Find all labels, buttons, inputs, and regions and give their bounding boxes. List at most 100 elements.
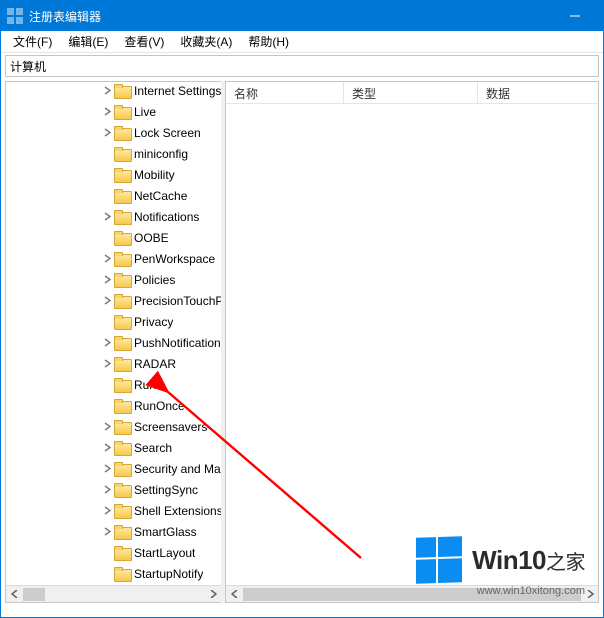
menu-edit[interactable]: 编辑(E) bbox=[60, 31, 116, 52]
expand-toggle[interactable] bbox=[100, 500, 114, 521]
menu-view[interactable]: 查看(V) bbox=[116, 31, 172, 52]
expand-toggle[interactable] bbox=[100, 101, 114, 122]
folder-icon bbox=[114, 399, 130, 413]
tree-node[interactable]: Privacy bbox=[6, 311, 221, 332]
folder-icon bbox=[114, 483, 130, 497]
folder-icon bbox=[114, 105, 130, 119]
expand-toggle[interactable] bbox=[100, 332, 114, 353]
scroll-track[interactable] bbox=[243, 586, 581, 603]
registry-tree: Internet Settings Live Lock Screen miniconf… bbox=[6, 82, 221, 585]
scroll-left-button[interactable] bbox=[226, 586, 243, 603]
tree-node-label: Mobility bbox=[134, 168, 175, 182]
minimize-button[interactable] bbox=[552, 1, 597, 31]
folder-icon bbox=[114, 567, 130, 581]
column-data[interactable]: 数据 bbox=[478, 82, 598, 103]
tree-viewport[interactable]: Internet Settings Live Lock Screen miniconf… bbox=[6, 82, 221, 585]
tree-node[interactable]: Lock Screen bbox=[6, 122, 221, 143]
scroll-thumb[interactable] bbox=[23, 588, 45, 601]
folder-icon bbox=[114, 420, 130, 434]
column-type[interactable]: 类型 bbox=[344, 82, 478, 103]
tree-node[interactable]: Internet Settings bbox=[6, 82, 221, 101]
tree-node-label: StartupNotify bbox=[134, 567, 203, 581]
folder-icon bbox=[114, 441, 130, 455]
column-name[interactable]: 名称 bbox=[226, 82, 344, 103]
tree-node[interactable]: Screensavers bbox=[6, 416, 221, 437]
tree-pane: Internet Settings Live Lock Screen miniconf… bbox=[5, 81, 221, 603]
list-header: 名称 类型 数据 bbox=[226, 82, 598, 104]
scroll-right-button[interactable] bbox=[204, 586, 221, 603]
tree-node[interactable]: SmartGlass bbox=[6, 521, 221, 542]
menu-favorites[interactable]: 收藏夹(A) bbox=[172, 31, 240, 52]
folder-icon bbox=[114, 546, 130, 560]
values-pane: 名称 类型 数据 bbox=[225, 81, 599, 603]
tree-node[interactable]: Mobility bbox=[6, 164, 221, 185]
title-bar: 注册表编辑器 bbox=[1, 1, 603, 31]
menu-bar: 文件(F) 编辑(E) 查看(V) 收藏夹(A) 帮助(H) bbox=[1, 31, 603, 53]
tree-node[interactable]: Live bbox=[6, 101, 221, 122]
folder-icon bbox=[114, 378, 130, 392]
tree-node-label: Live bbox=[134, 105, 156, 119]
tree-node-label: Shell Extensions bbox=[134, 504, 221, 518]
folder-icon bbox=[114, 126, 130, 140]
tree-node[interactable]: PushNotifications bbox=[6, 332, 221, 353]
scroll-right-button[interactable] bbox=[581, 586, 598, 603]
chevron-left-icon bbox=[231, 590, 239, 598]
tree-node[interactable]: RunOnce bbox=[6, 395, 221, 416]
chevron-right-icon bbox=[209, 590, 217, 598]
tree-node[interactable]: miniconfig bbox=[6, 143, 221, 164]
tree-node[interactable]: PrecisionTouchPad bbox=[6, 290, 221, 311]
values-hscrollbar[interactable] bbox=[226, 585, 598, 602]
scroll-left-button[interactable] bbox=[6, 586, 23, 603]
address-text: 计算机 bbox=[10, 58, 46, 75]
tree-node-label: Internet Settings bbox=[134, 84, 221, 98]
tree-node[interactable]: RADAR bbox=[6, 353, 221, 374]
menu-help[interactable]: 帮助(H) bbox=[240, 31, 297, 52]
expand-toggle[interactable] bbox=[100, 82, 114, 101]
tree-node-label: Privacy bbox=[134, 315, 173, 329]
tree-node-label: miniconfig bbox=[134, 147, 188, 161]
tree-node[interactable]: Shell Extensions bbox=[6, 500, 221, 521]
values-list[interactable] bbox=[226, 104, 598, 585]
tree-hscrollbar[interactable] bbox=[6, 585, 221, 602]
tree-node[interactable]: Run bbox=[6, 374, 221, 395]
tree-node-label: Lock Screen bbox=[134, 126, 201, 140]
menu-file[interactable]: 文件(F) bbox=[5, 31, 60, 52]
tree-node[interactable]: Security and Maintenance bbox=[6, 458, 221, 479]
tree-node-label: RunOnce bbox=[134, 399, 185, 413]
expand-toggle[interactable] bbox=[100, 122, 114, 143]
expand-toggle[interactable] bbox=[100, 290, 114, 311]
tree-node[interactable]: Search bbox=[6, 437, 221, 458]
tree-node-label: StartLayout bbox=[134, 546, 195, 560]
folder-icon bbox=[114, 504, 130, 518]
expand-toggle[interactable] bbox=[100, 437, 114, 458]
expand-toggle[interactable] bbox=[100, 416, 114, 437]
tree-node[interactable]: PenWorkspace bbox=[6, 248, 221, 269]
expand-toggle[interactable] bbox=[100, 248, 114, 269]
folder-icon bbox=[114, 315, 130, 329]
tree-node-label: SmartGlass bbox=[134, 525, 197, 539]
tree-node[interactable]: StartupNotify bbox=[6, 563, 221, 584]
tree-node-label: PenWorkspace bbox=[134, 252, 215, 266]
tree-node-label: PushNotifications bbox=[134, 336, 221, 350]
folder-icon bbox=[114, 84, 130, 98]
folder-icon bbox=[114, 231, 130, 245]
tree-node[interactable]: Policies bbox=[6, 269, 221, 290]
expand-toggle[interactable] bbox=[100, 353, 114, 374]
scroll-track[interactable] bbox=[23, 586, 204, 603]
tree-node[interactable]: OOBE bbox=[6, 227, 221, 248]
scroll-thumb[interactable] bbox=[243, 588, 581, 601]
expand-toggle[interactable] bbox=[100, 458, 114, 479]
tree-node-label: Search bbox=[134, 441, 172, 455]
expand-toggle[interactable] bbox=[100, 521, 114, 542]
main-area: Internet Settings Live Lock Screen miniconf… bbox=[5, 81, 599, 603]
address-bar[interactable]: 计算机 bbox=[5, 55, 599, 77]
tree-node[interactable]: SettingSync bbox=[6, 479, 221, 500]
tree-node[interactable]: NetCache bbox=[6, 185, 221, 206]
tree-node-label: RADAR bbox=[134, 357, 176, 371]
tree-node[interactable]: StartLayout bbox=[6, 542, 221, 563]
expand-toggle[interactable] bbox=[100, 269, 114, 290]
tree-node[interactable]: Notifications bbox=[6, 206, 221, 227]
expand-toggle[interactable] bbox=[100, 479, 114, 500]
tree-node-label: OOBE bbox=[134, 231, 169, 245]
expand-toggle[interactable] bbox=[100, 206, 114, 227]
